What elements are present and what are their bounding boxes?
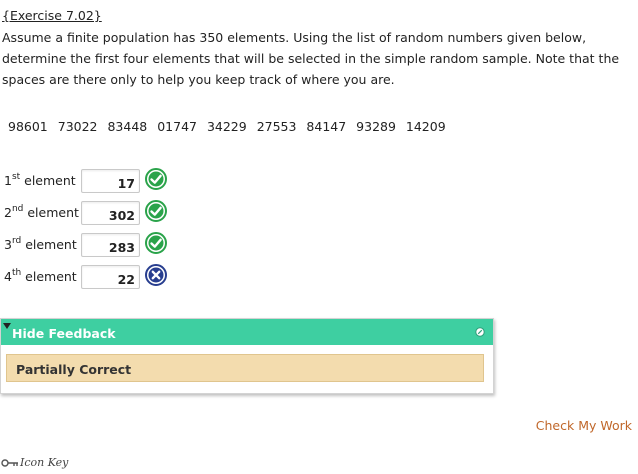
check-my-work-link[interactable]: Check My Work [536,418,632,433]
exercise-title[interactable]: {Exercise 7.02} [2,8,102,23]
feedback-result-box: Partially Correct [6,354,484,382]
answer-input-4[interactable]: 22 [81,265,140,289]
hide-feedback-toggle[interactable]: Hide Feedback [12,326,116,341]
feedback-panel: Hide Feedback Partially Correct [0,318,494,394]
x-circle-icon [145,264,167,286]
answer-input-1[interactable]: 17 [81,169,140,193]
random-numbers: 98601 73022 83448 01747 34229 27553 8414… [8,119,446,134]
collapse-triangle-icon[interactable] [3,323,11,329]
question-text: Assume a finite population has 350 eleme… [2,30,620,87]
check-circle-icon [145,232,167,254]
feedback-header[interactable]: Hide Feedback [1,319,493,345]
answer-label-3: 3rd element [4,236,77,253]
answer-label-1: 1st element [4,172,76,189]
check-circle-icon [145,168,167,190]
check-circle-icon [145,200,167,222]
feedback-options-icon[interactable] [475,327,485,337]
key-icon [1,459,18,467]
answer-input-2[interactable]: 302 [81,201,140,225]
answer-input-3[interactable]: 283 [81,233,140,257]
answer-label-2: 2nd element [4,204,79,221]
feedback-result-text: Partially Correct [16,362,132,377]
icon-key-label[interactable]: Icon Key [20,456,68,469]
answer-label-4: 4th element [4,268,77,285]
